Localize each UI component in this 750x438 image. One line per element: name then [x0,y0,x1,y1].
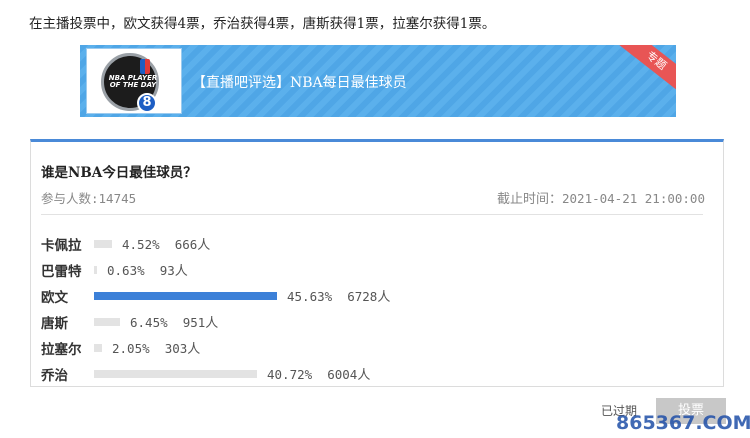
option-percent: 40.72% [267,367,313,382]
option-name: 巴雷特 [41,264,82,280]
poll-option[interactable]: 乔治 40.72% 6004人 [41,363,641,384]
option-unit: 人 [205,316,219,331]
poll-option[interactable]: 拉塞尔 2.05% 303人 [41,337,641,358]
option-name: 欧文 [41,290,68,306]
poll-option[interactable]: 卡佩拉 4.52% 666人 [41,233,641,254]
option-percent: 6.45% [130,315,168,330]
option-bar [94,370,257,378]
option-votes: 93 [159,263,175,278]
poll-option[interactable]: 巴雷特 0.63% 93人 [41,259,641,280]
option-name: 唐斯 [41,316,68,332]
poll-option[interactable]: 唐斯 6.45% 951人 [41,311,641,332]
logo-text: NBA PLAYER OF THE DAY [108,74,158,89]
option-stats: 40.72% 6004人 [267,364,370,383]
option-votes: 6728 [347,289,378,304]
option-unit: 人 [187,342,201,357]
option-unit: 人 [357,368,371,383]
option-stats: 0.63% 93人 [107,260,188,279]
option-percent: 2.05% [112,341,150,356]
divider [41,214,703,215]
option-bar [94,344,102,352]
poll-card: 谁是NBA今日最佳球员？ 参与人数:14745 截止时间：2021-04-21 … [30,139,724,387]
option-bar [94,292,277,300]
deadline-value: 2021-04-21 21:00:00 [562,191,705,206]
option-percent: 45.63% [287,289,333,304]
option-votes: 6004 [327,367,358,382]
intro-text: 在主播投票中，欧文获得4票，乔治获得4票，唐斯获得1票，拉塞尔获得1票。 [29,16,496,32]
option-bar [94,318,120,326]
poll-option[interactable]: 欧文 45.63% 6728人 [41,285,641,306]
nba-player-of-the-day-logo: NBA PLAYER OF THE DAY 8 [86,48,182,114]
participants-info: 参与人数:14745 [41,188,136,207]
deadline-info: 截止时间：2021-04-21 21:00:00 [497,188,705,207]
deadline-label: 截止时间： [496,192,562,207]
option-percent: 4.52% [122,237,160,252]
banner-title[interactable]: 【直播吧评选】NBA每日最佳球员 [192,72,407,92]
participants-label: 参与人数: [41,191,99,206]
option-unit: 人 [197,238,211,253]
option-name: 乔治 [41,368,68,384]
poll-question: 谁是NBA今日最佳球员？ [41,165,197,181]
option-stats: 4.52% 666人 [122,234,210,253]
logo-disc: NBA PLAYER OF THE DAY 8 [101,53,159,113]
option-percent: 0.63% [107,263,145,278]
participants-count: 14745 [98,191,137,206]
poll-banner[interactable]: NBA PLAYER OF THE DAY 8 【直播吧评选】NBA每日最佳球员… [80,45,676,117]
option-stats: 2.05% 303人 [112,338,200,357]
option-unit: 人 [377,290,391,305]
option-votes: 666 [174,237,198,252]
option-bar [94,240,112,248]
option-votes: 303 [164,341,188,356]
option-stats: 45.63% 6728人 [287,286,390,305]
option-votes: 951 [182,315,206,330]
nba-logo-icon [140,59,150,74]
option-name: 卡佩拉 [41,238,82,254]
option-name: 拉塞尔 [41,342,82,358]
topic-ribbon: 专题 [616,45,676,95]
logo-number: 8 [137,93,157,113]
site-watermark: 865367.COM [616,412,750,434]
option-bar [94,266,97,274]
option-stats: 6.45% 951人 [130,312,218,331]
option-unit: 人 [174,264,188,279]
